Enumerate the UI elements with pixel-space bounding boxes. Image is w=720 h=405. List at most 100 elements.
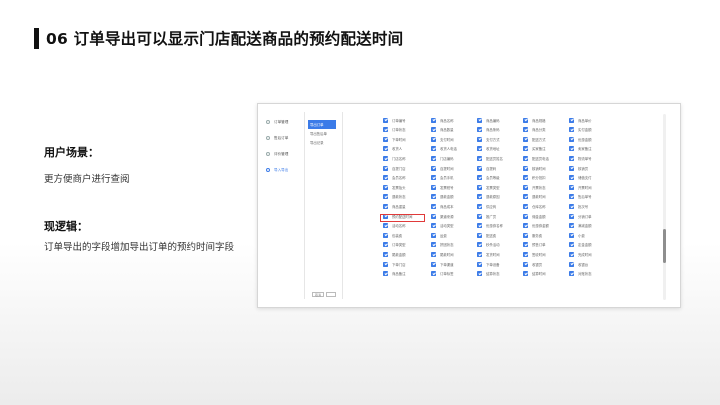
checkbox-checked-icon[interactable] bbox=[477, 242, 482, 248]
checkbox-checked-icon[interactable] bbox=[383, 223, 388, 229]
checkbox-checked-icon[interactable] bbox=[477, 117, 482, 123]
field-checkbox-item[interactable]: 下单设备 bbox=[477, 261, 500, 267]
field-checkbox-item[interactable]: 商品数量 bbox=[431, 127, 454, 133]
checkbox-checked-icon[interactable] bbox=[523, 127, 528, 133]
checkbox-checked-icon[interactable] bbox=[569, 194, 574, 200]
field-checkbox-item[interactable]: 活动名称 bbox=[383, 223, 406, 229]
field-checkbox-item[interactable]: 商品条码 bbox=[477, 127, 500, 133]
checkbox-checked-icon[interactable] bbox=[431, 232, 436, 238]
checkbox-checked-icon[interactable] bbox=[523, 242, 528, 248]
field-checkbox-item[interactable]: 下单时间 bbox=[383, 136, 406, 142]
checkbox-checked-icon[interactable] bbox=[523, 232, 528, 238]
field-checkbox-item[interactable]: 配送方式 bbox=[523, 136, 546, 142]
checkbox-checked-icon[interactable] bbox=[477, 203, 482, 209]
field-checkbox-item[interactable]: 自提门店 bbox=[383, 165, 406, 171]
field-checkbox-item[interactable]: 下单门店 bbox=[383, 261, 406, 267]
field-checkbox-item[interactable]: 商品成本 bbox=[431, 203, 454, 209]
field-checkbox-item[interactable]: 包装费 bbox=[383, 232, 402, 238]
checkbox-checked-icon[interactable] bbox=[383, 252, 388, 258]
checkbox-checked-icon[interactable] bbox=[569, 136, 574, 142]
checkbox-checked-icon[interactable] bbox=[523, 165, 528, 171]
field-checkbox-item[interactable]: 门店名称 bbox=[383, 155, 406, 161]
field-checkbox-item[interactable]: 会员等级 bbox=[477, 175, 500, 181]
checkbox-checked-icon[interactable] bbox=[523, 175, 528, 181]
scrollbar-track[interactable] bbox=[663, 114, 666, 300]
checkbox-checked-icon[interactable] bbox=[523, 194, 528, 200]
checkbox-checked-icon[interactable] bbox=[569, 232, 574, 238]
field-checkbox-item[interactable]: 预售订单 bbox=[523, 242, 546, 248]
checkbox-checked-icon[interactable] bbox=[477, 261, 482, 267]
field-checkbox-item[interactable]: 发票抬头 bbox=[383, 184, 406, 190]
checkbox-checked-icon[interactable] bbox=[569, 165, 574, 171]
field-checkbox-item[interactable]: 预约配送时间 bbox=[380, 213, 425, 222]
checkbox-checked-icon[interactable] bbox=[569, 223, 574, 229]
checkbox-checked-icon[interactable] bbox=[569, 117, 574, 123]
checkbox-checked-icon[interactable] bbox=[383, 261, 388, 267]
field-checkbox-item[interactable]: 小费 bbox=[569, 232, 585, 238]
field-checkbox-item[interactable]: 定金金额 bbox=[569, 242, 592, 248]
field-checkbox-item[interactable]: 储值支付 bbox=[569, 175, 592, 181]
field-checkbox-item[interactable]: 积分抵扣 bbox=[523, 175, 546, 181]
field-checkbox-item[interactable]: 对账状态 bbox=[569, 271, 592, 277]
field-checkbox-item[interactable]: 优惠券金额 bbox=[523, 223, 549, 229]
field-checkbox-item[interactable]: 订单状态 bbox=[383, 127, 406, 133]
field-checkbox-item[interactable]: 支付方式 bbox=[477, 136, 500, 142]
checkbox-checked-icon[interactable] bbox=[431, 223, 436, 229]
checkbox-checked-icon[interactable] bbox=[383, 127, 388, 133]
field-checkbox-item[interactable]: 开票时间 bbox=[569, 184, 592, 190]
field-checkbox-item[interactable]: 自提时间 bbox=[431, 165, 454, 171]
nav-item-2[interactable]: 评价管理 bbox=[266, 146, 302, 162]
nav-item-3[interactable]: 导入导出 bbox=[266, 162, 302, 178]
checkbox-checked-icon[interactable] bbox=[431, 242, 436, 248]
checkbox-checked-icon[interactable] bbox=[477, 184, 482, 190]
field-checkbox-item[interactable]: 配送员电话 bbox=[523, 155, 549, 161]
field-checkbox-item[interactable]: 商品名称 bbox=[431, 117, 454, 123]
field-checkbox-item[interactable]: 开票状态 bbox=[523, 184, 546, 190]
checkbox-checked-icon[interactable] bbox=[523, 213, 528, 219]
field-checkbox-item[interactable]: 签收时间 bbox=[523, 252, 546, 258]
checkbox-checked-icon[interactable] bbox=[523, 252, 528, 258]
checkbox-checked-icon[interactable] bbox=[569, 213, 574, 219]
field-checkbox-item[interactable]: 尾款金额 bbox=[383, 252, 406, 258]
field-checkbox-item[interactable]: 核销员 bbox=[569, 165, 588, 171]
checkbox-checked-icon[interactable] bbox=[569, 271, 574, 277]
field-checkbox-item[interactable]: 尾款时间 bbox=[431, 252, 454, 258]
checkbox-checked-icon[interactable] bbox=[431, 184, 436, 190]
field-checkbox-item[interactable]: 结算时间 bbox=[523, 271, 546, 277]
field-checkbox-item[interactable]: 收银员 bbox=[523, 261, 542, 267]
checkbox-checked-icon[interactable] bbox=[431, 117, 436, 123]
checkbox-checked-icon[interactable] bbox=[431, 261, 436, 267]
checkbox-checked-icon[interactable] bbox=[569, 146, 574, 152]
checkbox-checked-icon[interactable] bbox=[431, 146, 436, 152]
checkbox-checked-icon[interactable] bbox=[477, 146, 482, 152]
field-checkbox-item[interactable]: 运费 bbox=[431, 232, 447, 238]
field-checkbox-item[interactable]: 推广员 bbox=[477, 213, 496, 219]
checkbox-checked-icon[interactable] bbox=[383, 117, 388, 123]
field-checkbox-item[interactable]: 退款金额 bbox=[431, 194, 454, 200]
field-checkbox-item[interactable]: 商品分类 bbox=[523, 127, 546, 133]
checkbox-checked-icon[interactable] bbox=[383, 184, 388, 190]
subnav-item-2[interactable]: 导出记录 bbox=[308, 138, 336, 147]
field-checkbox-item[interactable]: 退款时间 bbox=[523, 194, 546, 200]
checkbox-checked-icon[interactable] bbox=[477, 136, 482, 142]
checkbox-checked-icon[interactable] bbox=[569, 261, 574, 267]
checkbox-checked-icon[interactable] bbox=[431, 213, 436, 219]
field-checkbox-item[interactable]: 渠道来源 bbox=[431, 213, 454, 219]
checkbox-checked-icon[interactable] bbox=[431, 175, 436, 181]
checkbox-checked-icon[interactable] bbox=[383, 155, 388, 161]
subnav-item-1[interactable]: 导出售后单 bbox=[308, 129, 336, 138]
checkbox-checked-icon[interactable] bbox=[431, 165, 436, 171]
checkbox-checked-icon[interactable] bbox=[383, 146, 388, 152]
field-checkbox-item[interactable]: 发票类型 bbox=[477, 184, 500, 190]
checkbox-checked-icon[interactable] bbox=[431, 203, 436, 209]
scrollbar-thumb[interactable] bbox=[663, 229, 666, 263]
checkbox-checked-icon[interactable] bbox=[477, 223, 482, 229]
field-checkbox-item[interactable]: 满减金额 bbox=[569, 223, 592, 229]
checkbox-checked-icon[interactable] bbox=[477, 252, 482, 258]
checkbox-checked-icon[interactable] bbox=[431, 194, 436, 200]
checkbox-checked-icon[interactable] bbox=[383, 242, 388, 248]
checkbox-checked-icon[interactable] bbox=[523, 155, 528, 161]
checkbox-checked-icon[interactable] bbox=[477, 165, 482, 171]
field-checkbox-item[interactable]: 自提码 bbox=[477, 165, 496, 171]
field-checkbox-item[interactable]: 商品单价 bbox=[569, 117, 592, 123]
